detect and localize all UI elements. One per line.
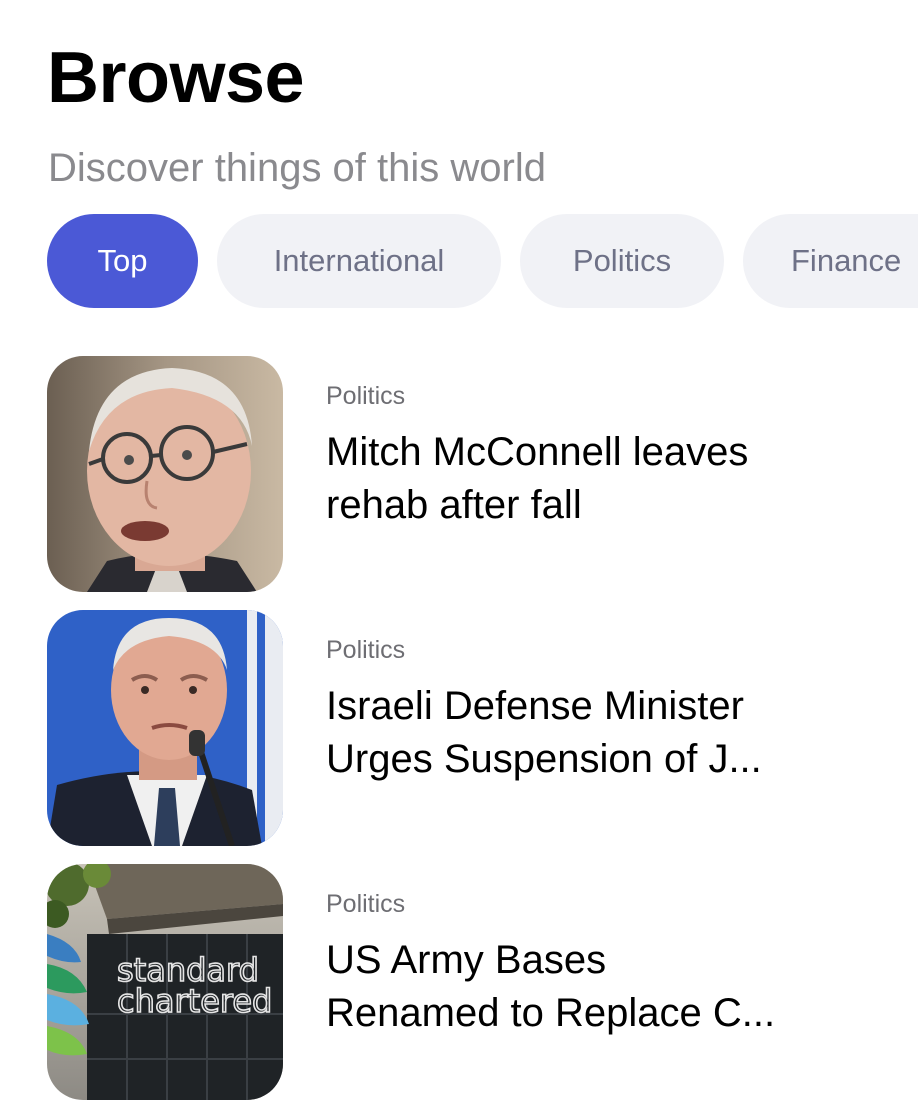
article-thumbnail: standard chartered <box>47 864 283 1100</box>
tab-international[interactable]: International <box>217 214 501 308</box>
article-category: Politics <box>326 636 406 664</box>
tab-politics[interactable]: Politics <box>520 214 724 308</box>
article-title[interactable]: Israeli Defense Minister Urges Suspensio… <box>326 680 866 786</box>
article-title-line: Renamed to Replace C... <box>326 991 776 1035</box>
article-title[interactable]: Mitch McConnell leaves rehab after fall <box>326 426 866 532</box>
page-subtitle: Discover things of this world <box>48 146 546 190</box>
article-title-line: Mitch McConnell leaves <box>326 430 749 474</box>
article-title-line: Urges Suspension of J... <box>326 737 762 781</box>
news-item[interactable]: Politics Mitch McConnell leaves rehab af… <box>47 356 918 592</box>
thumbnail-sign-text: chartered <box>117 982 272 1020</box>
article-title-line: rehab after fall <box>326 483 582 527</box>
article-thumbnail <box>47 610 283 846</box>
news-item[interactable]: standard chartered Politics US Army Base… <box>47 864 918 1100</box>
article-thumbnail <box>47 356 283 592</box>
tab-finance[interactable]: Finance <box>743 214 918 308</box>
article-title-line: Israeli Defense Minister <box>326 684 744 728</box>
article-category: Politics <box>326 890 406 918</box>
article-title-line: US Army Bases <box>326 938 607 982</box>
category-tabs: Top International Politics Finance <box>47 214 918 308</box>
tab-finance-label: Finance <box>791 243 902 278</box>
tab-top[interactable]: Top <box>47 214 198 308</box>
page-title: Browse <box>47 38 305 118</box>
article-category: Politics <box>326 382 406 410</box>
article-title[interactable]: US Army Bases Renamed to Replace C... <box>326 934 866 1040</box>
news-item[interactable]: Politics Israeli Defense Minister Urges … <box>47 610 918 846</box>
